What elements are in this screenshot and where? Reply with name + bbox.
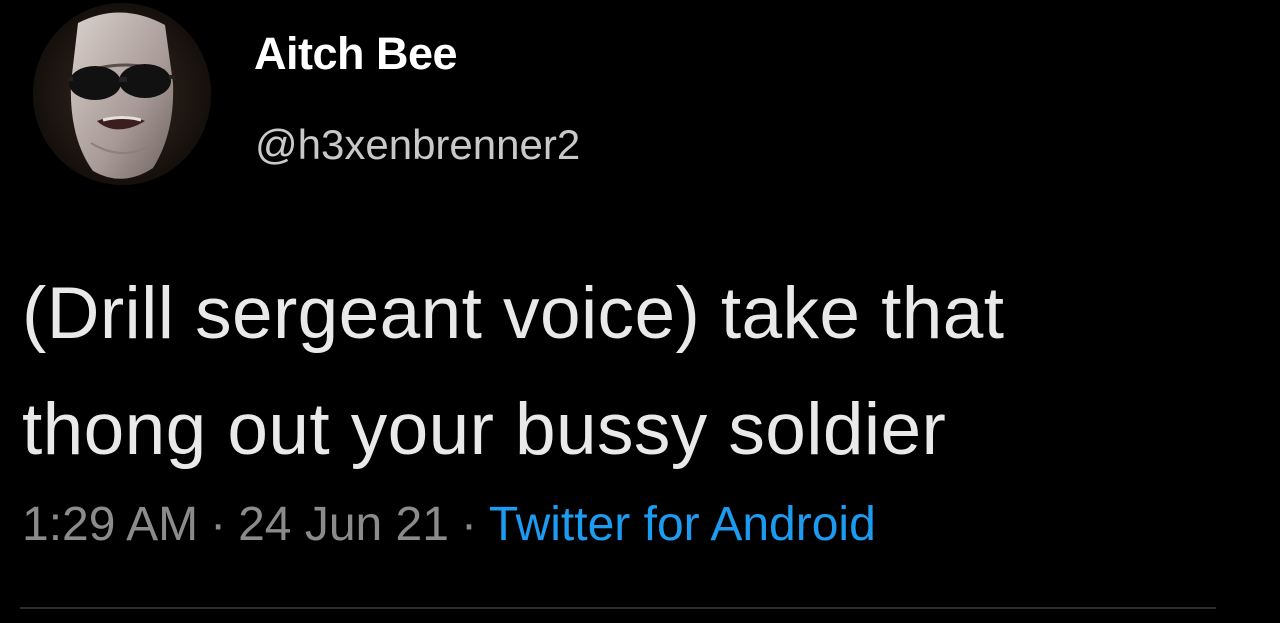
tweet-text-line: (Drill sergeant voice) take that: [22, 273, 1005, 354]
tweet-time: 1:29 AM: [22, 498, 199, 551]
display-name[interactable]: Aitch Bee: [254, 28, 458, 80]
divider: [20, 607, 1216, 609]
tweet-text: (Drill sergeant voice) take that thong o…: [22, 256, 1262, 488]
meta-separator: ·: [210, 498, 227, 551]
meta-separator: ·: [460, 498, 477, 551]
tweet-card: Aitch Bee @h3xenbrenner2 (Drill sergeant…: [0, 0, 1280, 623]
tweet-date: 24 Jun 21: [238, 498, 449, 551]
user-handle[interactable]: @h3xenbrenner2: [255, 121, 580, 169]
tweet-text-line: thong out your bussy soldier: [22, 389, 947, 470]
profile-photo-avatar-icon: [33, 3, 211, 185]
tweet-metadata: 1:29 AM · 24 Jun 21 · Twitter for Android: [22, 497, 876, 552]
tweet-source-link[interactable]: Twitter for Android: [489, 498, 876, 551]
avatar[interactable]: [33, 3, 211, 185]
